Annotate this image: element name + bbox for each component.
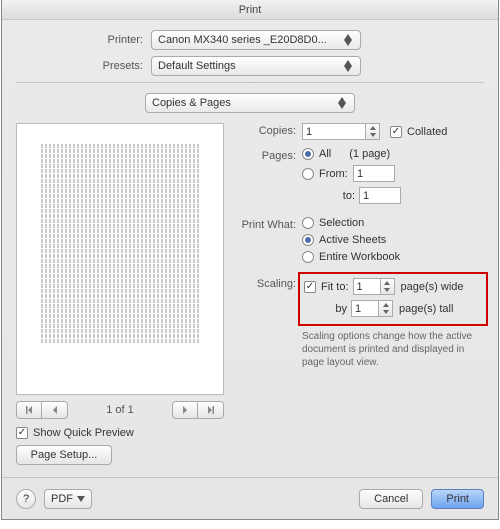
separator	[16, 82, 484, 83]
collated-checkbox[interactable]	[390, 126, 402, 138]
updown-icon	[344, 58, 356, 74]
last-page-button[interactable]	[198, 401, 224, 419]
fit-tall-label: page(s) tall	[399, 303, 453, 315]
scaling-label: Scaling:	[234, 276, 302, 290]
fit-to-label: Fit to:	[321, 281, 349, 293]
dialog-footer: ? PDF Cancel Print	[2, 477, 498, 519]
chevron-down-icon	[77, 496, 85, 502]
preview-content	[41, 144, 199, 374]
section-select[interactable]: Copies & Pages	[145, 93, 355, 113]
presets-label: Presets:	[16, 60, 151, 72]
print-dialog: Print Printer: Canon MX340 series _E20D8…	[1, 0, 499, 520]
cancel-button[interactable]: Cancel	[359, 489, 423, 509]
fit-to-checkbox[interactable]	[304, 281, 316, 293]
print-what-label: Print What:	[234, 217, 302, 231]
copies-field[interactable]: 1	[302, 123, 366, 140]
pw-entire-radio[interactable]	[302, 251, 314, 263]
fit-wide-label: page(s) wide	[401, 281, 464, 293]
print-button[interactable]: Print	[431, 489, 484, 509]
pdf-menu-button[interactable]: PDF	[44, 489, 92, 509]
copies-stepper[interactable]	[366, 123, 380, 140]
pages-from-field[interactable]: 1	[353, 165, 395, 182]
preview-column: 1 of 1 Show Quick Preview Page Setup...	[16, 123, 224, 465]
printer-label: Printer:	[16, 34, 151, 46]
pages-from-radio[interactable]	[302, 168, 314, 180]
updown-icon	[338, 95, 350, 111]
fit-wide-field[interactable]: 1	[353, 278, 381, 295]
fit-tall-stepper[interactable]	[379, 300, 393, 317]
pages-from-label: From:	[319, 168, 353, 180]
pw-selection-radio[interactable]	[302, 217, 314, 229]
pw-active-label: Active Sheets	[319, 234, 386, 246]
prev-page-button[interactable]	[42, 401, 68, 419]
pw-selection-label: Selection	[319, 217, 364, 229]
pages-all-radio[interactable]	[302, 148, 314, 160]
printer-value: Canon MX340 series _E20D8D0...	[158, 34, 327, 46]
printer-select[interactable]: Canon MX340 series _E20D8D0...	[151, 30, 361, 50]
dialog-body: Printer: Canon MX340 series _E20D8D0... …	[2, 20, 498, 473]
first-page-button[interactable]	[16, 401, 42, 419]
copies-label: Copies:	[234, 123, 302, 137]
pw-active-radio[interactable]	[302, 234, 314, 246]
pages-all-label: All	[319, 148, 331, 160]
presets-select[interactable]: Default Settings	[151, 56, 361, 76]
quick-preview-checkbox[interactable]	[16, 427, 28, 439]
fit-tall-field[interactable]: 1	[351, 300, 379, 317]
page-indicator: 1 of 1	[106, 404, 134, 416]
fit-by-label: by	[321, 303, 351, 315]
collated-label: Collated	[407, 126, 447, 138]
updown-icon	[344, 32, 356, 48]
section-value: Copies & Pages	[152, 97, 231, 109]
next-page-button[interactable]	[172, 401, 198, 419]
fit-wide-stepper[interactable]	[381, 278, 395, 295]
pages-count-label: (1 page)	[349, 148, 390, 160]
help-button[interactable]: ?	[16, 489, 36, 509]
scaling-help: Scaling options change how the active do…	[302, 330, 484, 369]
page-setup-button[interactable]: Page Setup...	[16, 445, 112, 465]
dialog-title: Print	[2, 0, 498, 20]
quick-preview-label: Show Quick Preview	[33, 427, 134, 439]
pages-label: Pages:	[234, 148, 302, 162]
presets-value: Default Settings	[158, 60, 236, 72]
scaling-highlight: Fit to: 1 page(s) wide by 1	[298, 272, 488, 326]
pages-to-label: to:	[319, 190, 359, 202]
pw-entire-label: Entire Workbook	[319, 251, 400, 263]
preview-box	[16, 123, 224, 395]
options-column: Copies: 1 Collated Pages: All	[224, 123, 484, 465]
pages-to-field[interactable]: 1	[359, 187, 401, 204]
